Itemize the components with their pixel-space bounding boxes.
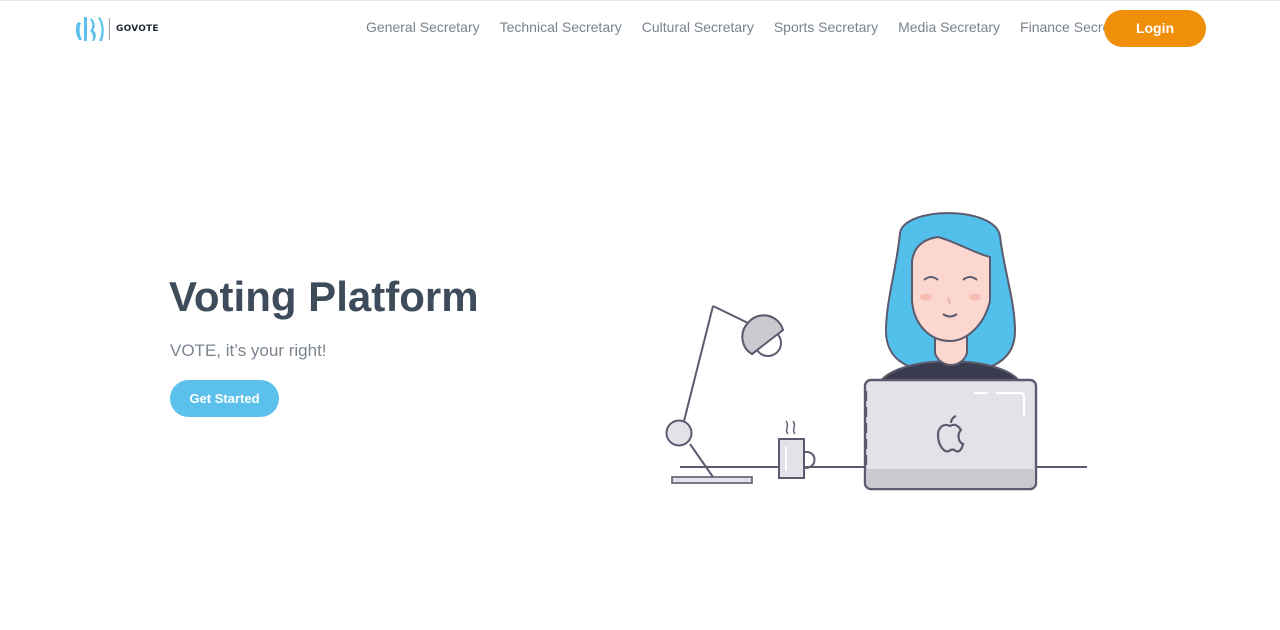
laptop-icon xyxy=(863,378,1038,491)
hero-title: Voting Platform xyxy=(169,273,479,320)
govote-logo-icon xyxy=(75,17,104,41)
nav-link-technical-secretary[interactable]: Technical Secretary xyxy=(500,19,622,35)
nav-link-media-secretary[interactable]: Media Secretary xyxy=(898,19,1000,35)
login-button[interactable]: Login xyxy=(1104,10,1206,47)
woman-avatar xyxy=(876,212,1024,387)
navbar: GOVOTE General Secretary Technical Secre… xyxy=(0,1,1280,57)
brand-name: GOVOTE xyxy=(116,24,159,34)
hero-subtitle: VOTE, it’s your right! xyxy=(170,341,327,360)
brand-logo[interactable]: GOVOTE xyxy=(75,14,159,44)
get-started-button[interactable]: Get Started xyxy=(170,380,279,417)
nav-link-general-secretary[interactable]: General Secretary xyxy=(366,19,480,35)
nav-link-cultural-secretary[interactable]: Cultural Secretary xyxy=(642,19,754,35)
coffee-mug-icon xyxy=(778,420,816,479)
nav-links: General Secretary Technical Secretary Cu… xyxy=(366,19,1154,35)
brand-divider xyxy=(109,18,110,40)
desk-lamp-icon xyxy=(665,305,785,484)
woman-at-laptop-illustration xyxy=(665,212,1087,491)
nav-link-sports-secretary[interactable]: Sports Secretary xyxy=(774,19,878,35)
